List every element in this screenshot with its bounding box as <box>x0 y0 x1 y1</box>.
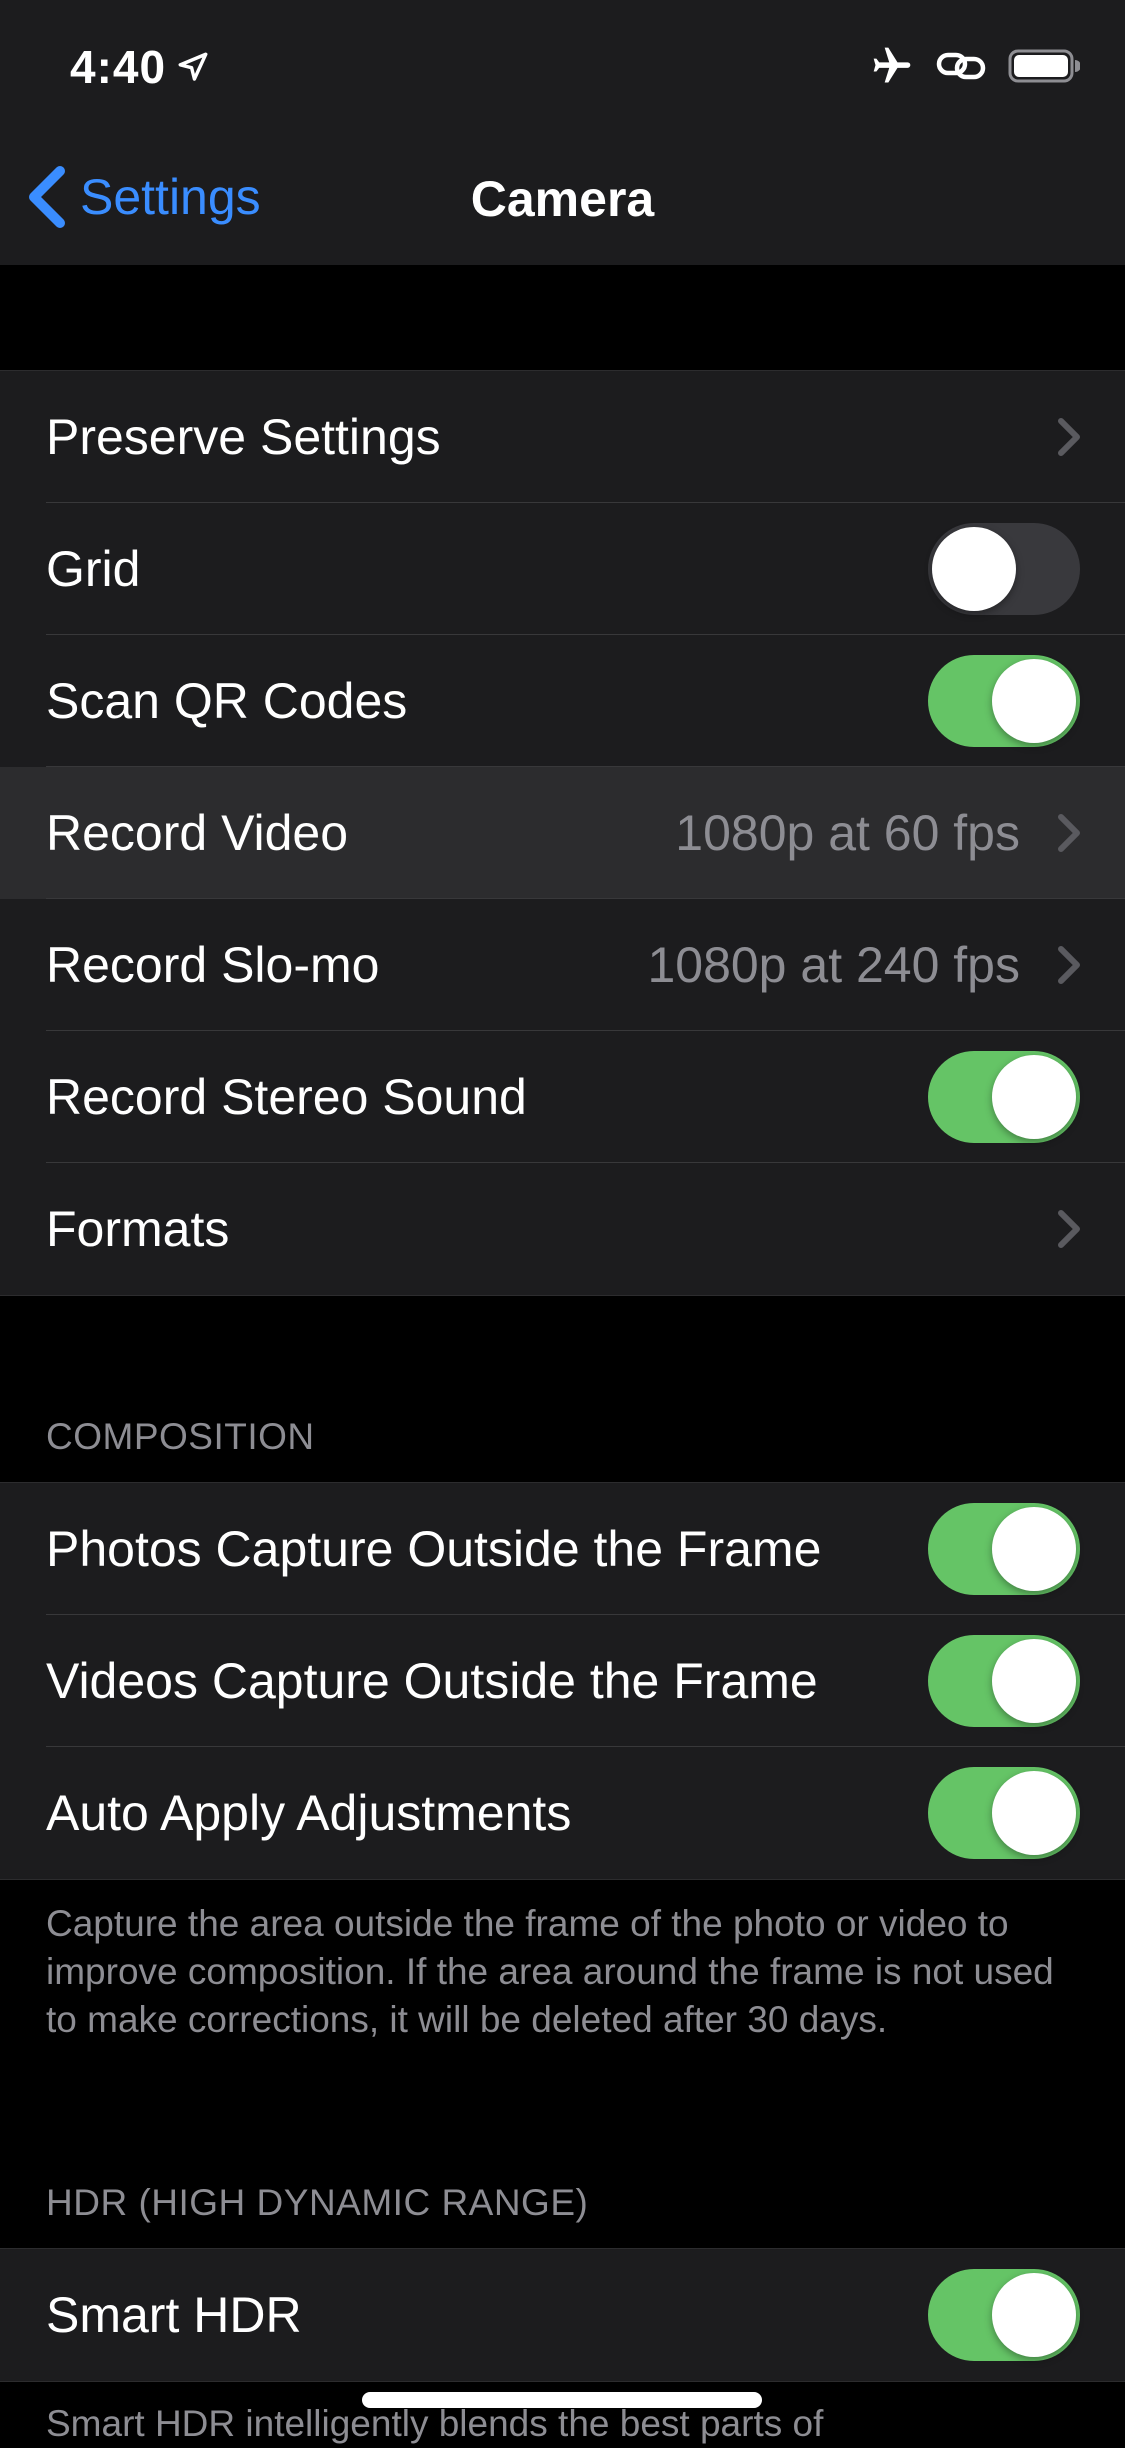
grid-label: Grid <box>46 541 141 597</box>
grid-row: Grid <box>0 503 1125 635</box>
camera-settings-group: Preserve Settings Grid Scan QR Codes Rec… <box>0 370 1125 1296</box>
record-stereo-sound-label: Record Stereo Sound <box>46 1069 527 1125</box>
hdr-group: Smart HDR <box>0 2248 1125 2382</box>
grid-toggle[interactable] <box>928 523 1080 615</box>
preserve-settings-label: Preserve Settings <box>46 409 441 465</box>
home-indicator <box>362 2392 762 2408</box>
preserve-settings-row[interactable]: Preserve Settings <box>0 371 1125 503</box>
photos-capture-outside-frame-row: Photos Capture Outside the Frame <box>0 1483 1125 1615</box>
location-arrow-icon <box>178 52 208 81</box>
scan-qr-codes-toggle[interactable] <box>928 655 1080 747</box>
link-icon <box>936 52 986 80</box>
videos-capture-outside-frame-row: Videos Capture Outside the Frame <box>0 1615 1125 1747</box>
record-stereo-sound-toggle[interactable] <box>928 1051 1080 1143</box>
toggle-knob <box>992 1055 1076 1139</box>
battery-icon <box>1008 49 1080 83</box>
chevron-right-icon <box>1058 418 1080 456</box>
record-slo-mo-row[interactable]: Record Slo-mo 1080p at 240 fps <box>0 899 1125 1031</box>
record-video-row[interactable]: Record Video 1080p at 60 fps <box>0 767 1125 899</box>
toggle-knob <box>992 1771 1076 1855</box>
chevron-right-icon <box>1058 946 1080 984</box>
record-video-label: Record Video <box>46 805 349 861</box>
status-bar: 4:40 <box>0 0 1125 130</box>
photos-capture-outside-frame-toggle[interactable] <box>928 1503 1080 1595</box>
videos-capture-outside-frame-toggle[interactable] <box>928 1635 1080 1727</box>
auto-apply-adjustments-row: Auto Apply Adjustments <box>0 1747 1125 1879</box>
smart-hdr-row: Smart HDR <box>0 2249 1125 2381</box>
chevron-right-icon <box>1058 1210 1080 1248</box>
auto-apply-adjustments-toggle[interactable] <box>928 1767 1080 1859</box>
record-slo-mo-value: 1080p at 240 fps <box>647 937 1020 993</box>
chevron-right-icon <box>1058 814 1080 852</box>
page-title: Camera <box>470 171 655 227</box>
composition-footer: Capture the area outside the frame of th… <box>46 1903 1054 2040</box>
composition-section-header: COMPOSITION <box>46 1416 315 1457</box>
toggle-knob <box>992 1507 1076 1591</box>
scan-qr-codes-row: Scan QR Codes <box>0 635 1125 767</box>
toggle-knob <box>932 527 1016 611</box>
scan-qr-codes-label: Scan QR Codes <box>46 673 408 729</box>
record-slo-mo-label: Record Slo-mo <box>46 937 380 993</box>
composition-group: Photos Capture Outside the Frame Videos … <box>0 1482 1125 1880</box>
toggle-knob <box>992 2273 1076 2357</box>
photos-capture-outside-frame-label: Photos Capture Outside the Frame <box>46 1521 822 1577</box>
record-stereo-sound-row: Record Stereo Sound <box>0 1031 1125 1163</box>
status-icons <box>870 44 1080 88</box>
airplane-icon <box>873 47 911 83</box>
toggle-knob <box>992 1639 1076 1723</box>
record-video-value: 1080p at 60 fps <box>675 805 1020 861</box>
status-time-label: 4:40 <box>70 41 167 93</box>
smart-hdr-label: Smart HDR <box>46 2287 302 2343</box>
smart-hdr-toggle[interactable] <box>928 2269 1080 2361</box>
auto-apply-adjustments-label: Auto Apply Adjustments <box>46 1785 572 1841</box>
hdr-section-header: HDR (HIGH DYNAMIC RANGE) <box>46 2182 589 2223</box>
formats-row[interactable]: Formats <box>0 1163 1125 1295</box>
navigation-bar: Settings Camera <box>0 130 1125 265</box>
videos-capture-outside-frame-label: Videos Capture Outside the Frame <box>46 1653 818 1709</box>
formats-label: Formats <box>46 1201 230 1257</box>
toggle-knob <box>992 659 1076 743</box>
status-time: 4:40 <box>70 40 210 94</box>
